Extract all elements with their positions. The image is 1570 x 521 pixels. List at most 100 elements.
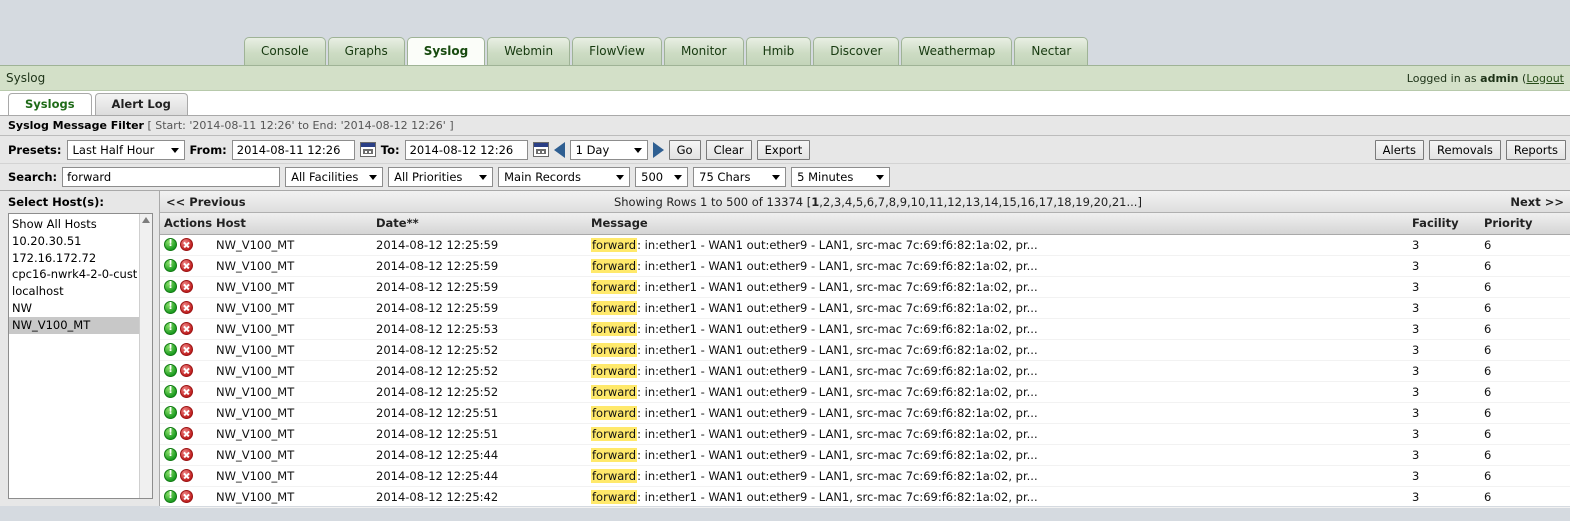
main-tab-graphs[interactable]: Graphs (327, 37, 405, 65)
presets-select[interactable]: Last Half Hour (66, 139, 185, 160)
delete-icon[interactable] (180, 405, 193, 419)
main-tab-nectar[interactable]: Nectar (1014, 37, 1089, 65)
host-list-item[interactable]: Show All Hosts (9, 216, 152, 233)
info-icon[interactable] (164, 363, 177, 377)
row-date-cell: 2014-08-12 12:25:44 (372, 444, 587, 466)
delete-icon[interactable] (180, 279, 193, 293)
to-date-input[interactable] (404, 139, 528, 160)
host-list-item[interactable]: localhost (9, 283, 152, 300)
column-header-actions[interactable]: Actions (160, 213, 212, 235)
table-row[interactable]: NW_V100_MT2014-08-12 12:25:52forward: in… (160, 360, 1570, 382)
info-icon[interactable] (164, 300, 177, 314)
info-icon[interactable] (164, 468, 177, 482)
removals-button[interactable]: Removals (1429, 139, 1501, 160)
column-header-priority[interactable]: Priority (1480, 213, 1570, 235)
scroll-up-arrow-icon[interactable] (142, 217, 150, 223)
table-row[interactable]: NW_V100_MT2014-08-12 12:25:51forward: in… (160, 423, 1570, 445)
sub-tab-alert-log[interactable]: Alert Log (94, 93, 188, 115)
main-tab-discover[interactable]: Discover (813, 37, 900, 65)
host-list-item[interactable]: NW_V100_MT (9, 316, 152, 334)
interval-select[interactable]: 1 Day (569, 139, 648, 160)
info-icon[interactable] (164, 489, 177, 503)
table-row[interactable]: NW_V100_MT2014-08-12 12:25:44forward: in… (160, 465, 1570, 487)
to-calendar-icon[interactable] (532, 142, 549, 157)
host-list-scrollbar[interactable] (139, 214, 152, 498)
info-icon[interactable] (164, 447, 177, 461)
host-list-item[interactable]: cpc16-nwrk4-2-0-cust (9, 266, 152, 283)
delete-icon[interactable] (180, 468, 193, 482)
next-page-link[interactable]: Next >> (1510, 195, 1564, 209)
delete-icon[interactable] (180, 363, 193, 377)
main-tab-monitor[interactable]: Monitor (663, 37, 744, 65)
delete-icon[interactable] (180, 447, 193, 461)
column-header-host[interactable]: Host (212, 213, 372, 235)
previous-interval-arrow-icon[interactable] (553, 141, 565, 158)
sub-tab-syslogs[interactable]: Syslogs (8, 93, 92, 115)
delete-icon[interactable] (180, 426, 193, 440)
row-host-cell: NW_V100_MT (212, 276, 372, 298)
table-row[interactable]: NW_V100_MT2014-08-12 12:25:59forward: in… (160, 297, 1570, 319)
search-input[interactable] (62, 167, 281, 187)
main-tab-syslog[interactable]: Syslog (406, 37, 486, 65)
main-tab-hmib[interactable]: Hmib (745, 37, 812, 65)
host-list-item[interactable]: 10.20.30.51 (9, 233, 152, 250)
go-button[interactable]: Go (668, 139, 701, 160)
info-icon[interactable] (164, 237, 177, 251)
message-search-highlight: forward (591, 279, 638, 294)
delete-icon[interactable] (180, 489, 193, 503)
delete-icon[interactable] (180, 258, 193, 272)
delete-icon[interactable] (180, 342, 193, 356)
from-date-input[interactable] (231, 139, 355, 160)
priorities-select[interactable]: All Priorities (388, 167, 494, 187)
row-facility-cell: 3 (1408, 486, 1480, 508)
table-row[interactable]: NW_V100_MT2014-08-12 12:25:52forward: in… (160, 381, 1570, 403)
delete-icon[interactable] (180, 384, 193, 398)
delete-icon[interactable] (180, 300, 193, 314)
info-icon[interactable] (164, 342, 177, 356)
table-row[interactable]: NW_V100_MT2014-08-12 12:25:59forward: in… (160, 276, 1570, 298)
main-tab-console[interactable]: Console (244, 37, 326, 65)
refresh-select[interactable]: 5 Minutes (791, 167, 891, 187)
table-row[interactable]: NW_V100_MT2014-08-12 12:25:51forward: in… (160, 402, 1570, 424)
table-row[interactable]: NW_V100_MT2014-08-12 12:25:53forward: in… (160, 318, 1570, 340)
delete-icon[interactable] (180, 237, 193, 251)
info-icon[interactable] (164, 426, 177, 440)
page-number-list[interactable]: ,2,3,4,5,6,7,8,9,10,11,12,13,14,15,16,17… (819, 195, 1142, 209)
host-list-item[interactable]: NW (9, 300, 152, 317)
rows-select[interactable]: 500 (635, 167, 689, 187)
logout-link[interactable]: Logout (1526, 72, 1564, 85)
chars-select[interactable]: 75 Chars (693, 167, 787, 187)
facilities-select[interactable]: All Facilities (285, 167, 384, 187)
message-search-highlight: forward (591, 468, 638, 483)
reports-button[interactable]: Reports (1505, 139, 1566, 160)
alerts-button[interactable]: Alerts (1374, 139, 1425, 160)
clear-button[interactable]: Clear (705, 139, 752, 160)
delete-icon[interactable] (180, 321, 193, 335)
info-icon[interactable] (164, 405, 177, 419)
host-listbox[interactable]: Show All Hosts 10.20.30.51 172.16.172.72 cp… (8, 213, 153, 499)
main-tab-webmin[interactable]: Webmin (487, 37, 571, 65)
main-tab-flowview[interactable]: FlowView (572, 37, 662, 65)
info-icon[interactable] (164, 321, 177, 335)
column-header-facility[interactable]: Facility (1408, 213, 1480, 235)
info-icon[interactable] (164, 279, 177, 293)
table-row[interactable]: NW_V100_MT2014-08-12 12:25:52forward: in… (160, 339, 1570, 361)
previous-page-link[interactable]: << Previous (166, 195, 246, 209)
table-row[interactable]: NW_V100_MT2014-08-12 12:25:59forward: in… (160, 234, 1570, 256)
row-message-cell: forward: in:ether1 - WAN1 out:ether9 - L… (587, 402, 1408, 424)
next-interval-arrow-icon[interactable] (652, 141, 664, 158)
table-row[interactable]: NW_V100_MT2014-08-12 12:25:59forward: in… (160, 255, 1570, 277)
table-row[interactable]: NW_V100_MT2014-08-12 12:25:42forward: in… (160, 486, 1570, 508)
records-select[interactable]: Main Records (498, 167, 631, 187)
column-header-message[interactable]: Message (587, 213, 1408, 235)
host-list-item[interactable]: 172.16.172.72 (9, 250, 152, 267)
column-header-date[interactable]: Date** (372, 213, 587, 235)
table-row[interactable]: NW_V100_MT2014-08-12 12:25:44forward: in… (160, 444, 1570, 466)
info-icon[interactable] (164, 384, 177, 398)
export-button[interactable]: Export (756, 139, 811, 160)
host-sidebar: Select Host(s): Show All Hosts 10.20.30.5… (0, 191, 160, 506)
from-calendar-icon[interactable] (359, 142, 376, 157)
info-icon[interactable] (164, 258, 177, 272)
message-text: : in:ether1 - WAN1 out:ether9 - LAN1, sr… (637, 489, 1038, 504)
main-tab-weathermap[interactable]: Weathermap (901, 37, 1013, 65)
